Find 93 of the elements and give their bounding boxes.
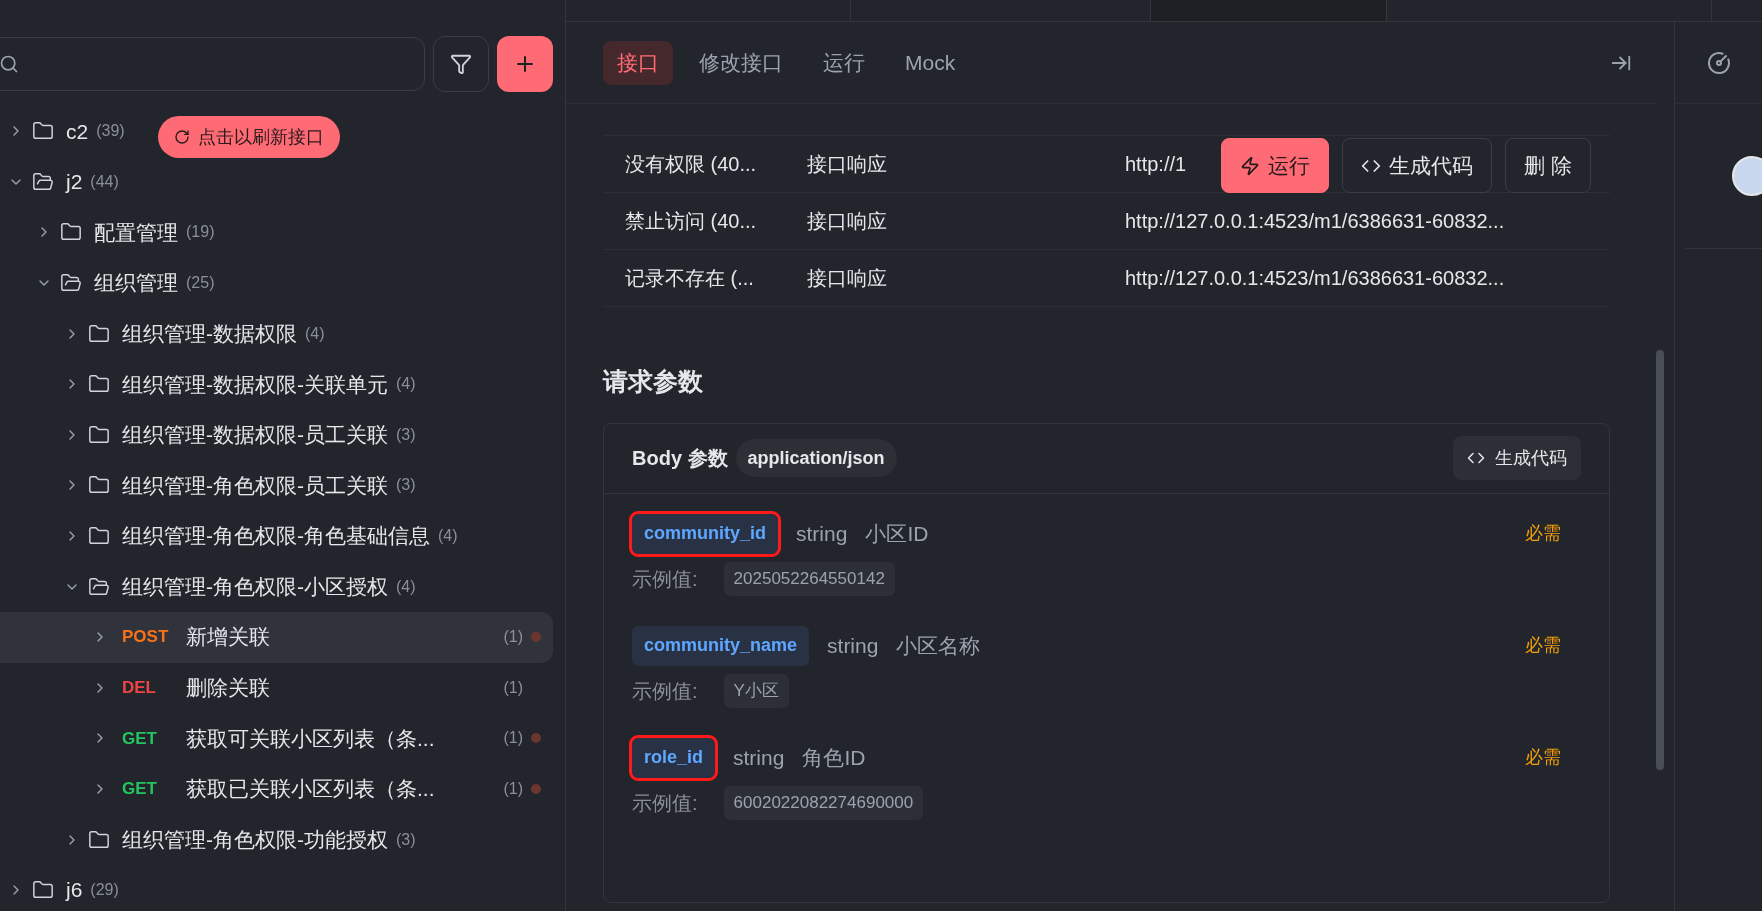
content-type-tag: application/json <box>735 439 897 477</box>
body-label: Body 参数 <box>632 446 728 471</box>
mock-url: http://127.0.0.1:4523/m1/6386631-60832... <box>1125 209 1505 234</box>
item-count: (1) <box>502 728 523 749</box>
item-count: (1) <box>502 677 523 698</box>
method-label: GET <box>122 778 158 801</box>
filter-button[interactable] <box>433 36 489 92</box>
method-label: POST <box>122 626 170 649</box>
response-name: 禁止访问 (40... <box>624 209 758 234</box>
folder-icon <box>88 575 110 598</box>
item-count: (4) <box>438 526 458 547</box>
mock-url: http://127.0.0.1:4523/m1/6386631-60832... <box>1125 266 1505 291</box>
tab[interactable]: 运行 <box>809 40 879 85</box>
response-name: 记录不存在 (... <box>624 266 755 291</box>
item-count: (4) <box>396 576 416 597</box>
endpoint-item[interactable]: DEL 删除关联 (1) <box>0 662 553 714</box>
scrollbar-thumb[interactable] <box>1656 350 1664 770</box>
folder-name[interactable]: c2 <box>66 115 89 148</box>
folder-name[interactable]: 组织管理-数据权限-员工关联 <box>122 419 388 451</box>
response-type: 接口响应 <box>807 209 888 234</box>
example-label: 示例值: <box>632 566 698 592</box>
required-label: 必需 <box>1525 634 1561 657</box>
param-type: string <box>796 520 848 547</box>
folder-icon <box>88 828 110 851</box>
tab[interactable]: 接口 <box>603 40 673 85</box>
param-type: string <box>733 744 785 771</box>
search-field[interactable] <box>0 37 425 91</box>
param-description: 角色ID <box>802 744 866 771</box>
generate-code-button[interactable]: 生成代码 <box>1453 436 1581 480</box>
search-icon <box>0 54 19 74</box>
endpoint-item[interactable]: POST 新增关联 (1) <box>0 611 553 663</box>
response-name: 没有权限 (40... <box>624 152 758 177</box>
folder-name[interactable]: 组织管理-角色权限-员工关联 <box>122 469 388 502</box>
avatar[interactable] <box>1732 156 1762 196</box>
param-name-tag: community_name <box>632 625 810 666</box>
response-type: 接口响应 <box>807 152 888 177</box>
refresh-tooltip[interactable]: 点击以刷新接口 <box>158 116 340 158</box>
param-name-tag: role_id <box>632 737 716 778</box>
item-count: (1) <box>502 779 523 799</box>
folder-icon <box>88 322 110 345</box>
endpoint-item[interactable]: GET 获取已关联小区列表（条... (1) <box>0 763 553 815</box>
endpoint-name: 获取已关联小区列表（条... <box>186 776 435 803</box>
folder-name[interactable]: 配置管理 <box>94 216 178 249</box>
folder-name[interactable]: 组织管理-角色权限-角色基础信息 <box>122 520 430 552</box>
tab[interactable]: 修改接口 <box>685 40 797 85</box>
endpoint-name: 获取可关联小区列表（条... <box>186 725 435 752</box>
generate-code-button[interactable]: 生成代码 <box>1342 138 1492 193</box>
folder-name[interactable]: 组织管理-角色权限-功能授权 <box>122 823 388 856</box>
folder-name[interactable]: 组织管理-数据权限 <box>122 317 297 350</box>
method-label: DEL <box>122 677 157 700</box>
filter-icon <box>450 53 472 75</box>
mock-url: http://1 <box>1125 152 1187 177</box>
example-value: 2025052264550142 <box>723 561 895 596</box>
response-type: 接口响应 <box>807 266 888 291</box>
endpoint-item[interactable]: GET 获取可关联小区列表（条... (1) <box>0 713 553 764</box>
endpoint-name: 新增关联 <box>186 624 270 651</box>
param-name-tag: community_id <box>632 513 779 554</box>
item-count: (3) <box>396 424 416 445</box>
param-description: 小区名称 <box>896 632 981 659</box>
example-label: 示例值: <box>632 678 698 704</box>
item-count: (19) <box>186 222 215 243</box>
item-count: (29) <box>90 880 119 901</box>
item-count: (39) <box>96 121 125 142</box>
lightning-icon <box>1240 155 1260 176</box>
folder-icon <box>88 423 110 446</box>
folder-icon <box>32 170 54 193</box>
item-count: (1) <box>502 627 523 648</box>
item-count: (44) <box>90 171 119 192</box>
folder-name[interactable]: j6 <box>66 874 83 906</box>
endpoint-name: 删除关联 <box>186 675 270 702</box>
folder-name[interactable]: 组织管理 <box>94 267 178 299</box>
example-value: 6002022082274690000 <box>723 785 924 820</box>
folder-name[interactable]: 组织管理-角色权限-小区授权 <box>122 570 388 603</box>
item-count: (4) <box>305 323 325 344</box>
item-count: (25) <box>186 273 215 294</box>
run-button[interactable]: 运行 <box>1221 138 1329 193</box>
method-label: GET <box>122 727 158 750</box>
param-description: 小区ID <box>865 520 929 547</box>
example-value: Y小区 <box>723 673 789 708</box>
delete-button[interactable]: 删 除 <box>1505 138 1591 193</box>
refresh-icon <box>174 129 190 145</box>
item-count: (3) <box>396 475 416 496</box>
section-title: 请求参数 <box>603 366 704 397</box>
required-label: 必需 <box>1525 746 1561 769</box>
item-count: (4) <box>396 374 416 395</box>
example-label: 示例值: <box>632 790 698 816</box>
folder-name[interactable]: j2 <box>66 166 83 198</box>
folder-name[interactable]: 组织管理-数据权限-关联单元 <box>122 368 388 400</box>
required-label: 必需 <box>1525 522 1561 545</box>
param-type: string <box>827 632 879 659</box>
tab[interactable]: Mock <box>891 40 970 85</box>
add-button[interactable] <box>497 36 553 92</box>
item-count: (3) <box>396 829 416 850</box>
